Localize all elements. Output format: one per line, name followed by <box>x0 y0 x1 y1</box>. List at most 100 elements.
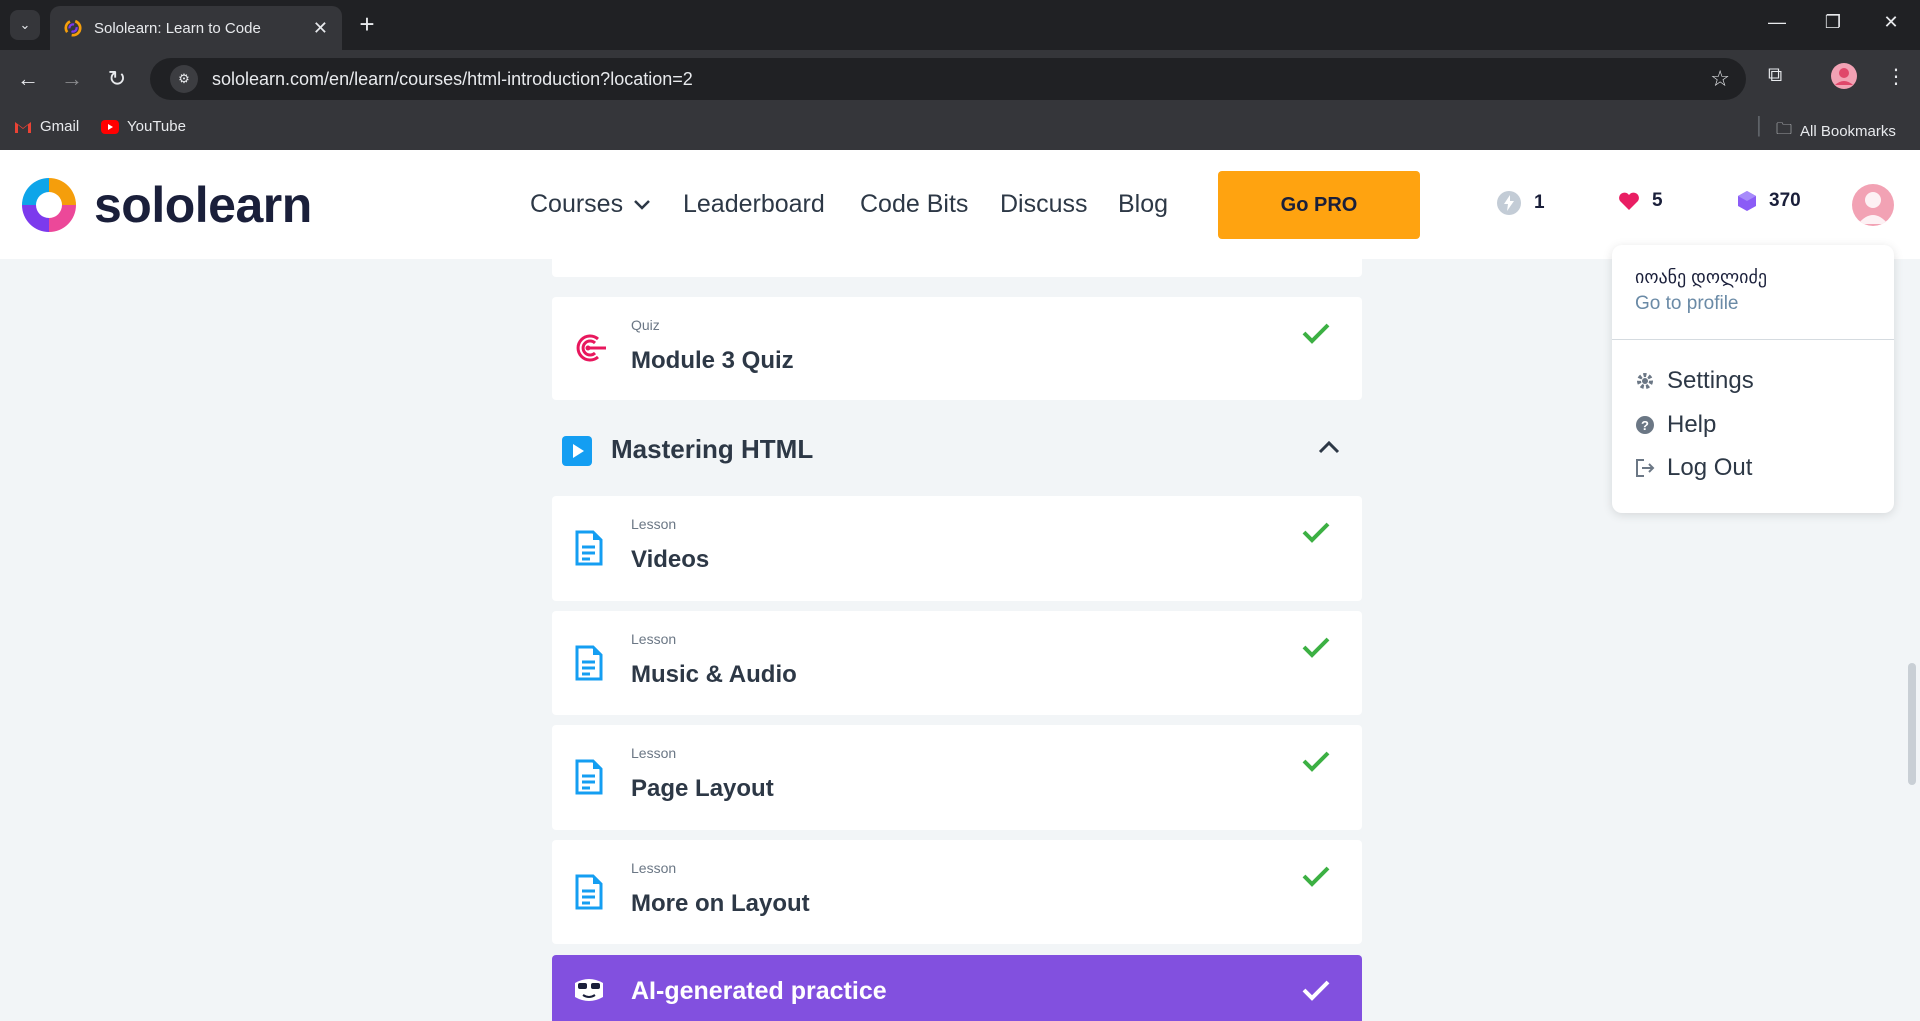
bookmark-star-icon[interactable]: ☆ <box>1710 66 1730 92</box>
bookmarks-bar: Gmail YouTube | 🗀 All Bookmarks <box>0 108 1920 150</box>
logo-text: sololearn <box>94 177 312 233</box>
hearts-value: 5 <box>1652 190 1663 211</box>
logout-icon <box>1635 458 1655 478</box>
card-title: More on Layout <box>631 890 810 917</box>
gmail-icon <box>15 121 31 133</box>
svg-text:?: ? <box>1641 418 1649 433</box>
checkmark-icon <box>1302 866 1330 887</box>
browser-tab[interactable]: Sololearn: Learn to Code ✕ <box>50 6 342 50</box>
profile-icon[interactable] <box>1830 62 1858 96</box>
url-text: sololearn.com/en/learn/courses/html-intr… <box>212 68 693 89</box>
gear-icon <box>1635 371 1655 391</box>
bookmark-label: YouTube <box>127 118 186 135</box>
go-to-profile-link[interactable]: Go to profile <box>1635 293 1739 315</box>
site-info-icon[interactable]: ⚙ <box>170 65 198 93</box>
nav-courses[interactable]: Courses <box>530 190 651 219</box>
lesson-card[interactable]: Lesson More on Layout <box>552 840 1362 944</box>
lesson-card[interactable]: Lesson Videos <box>552 496 1362 601</box>
sololearn-logo-icon <box>22 178 76 232</box>
browser-menu-icon[interactable]: ⋮ <box>1886 64 1906 89</box>
user-avatar[interactable] <box>1852 184 1894 226</box>
profile-dropdown: იოანე დოლიძე Go to profile Settings ? He… <box>1612 245 1894 513</box>
extensions-icon[interactable]: ⧉ <box>1768 64 1782 87</box>
checkmark-icon <box>1302 751 1330 772</box>
lesson-card[interactable]: Lesson Music & Audio <box>552 611 1362 715</box>
nav-leaderboard[interactable]: Leaderboard <box>683 190 825 219</box>
bits-counter[interactable]: 370 <box>1737 190 1801 212</box>
menu-item-label: Help <box>1667 411 1717 438</box>
chevron-down-icon <box>634 199 650 210</box>
user-name: იოანე დოლიძე <box>1635 267 1768 287</box>
ai-practice-title: AI-generated practice <box>631 977 887 1005</box>
ai-mascot-icon <box>575 979 603 1001</box>
card-title: Page Layout <box>631 775 774 802</box>
menu-item-logout[interactable]: Log Out <box>1635 454 1752 482</box>
browser-toolbar: ← → ↻ ⚙ sololearn.com/en/learn/courses/h… <box>0 50 1920 108</box>
nav-courses-label: Courses <box>530 190 624 218</box>
card-type-label: Quiz <box>631 317 660 333</box>
site-header: sololearn Courses Leaderboard Code Bits … <box>0 150 1920 259</box>
restore-icon[interactable]: ❐ <box>1818 12 1848 33</box>
streak-counter[interactable]: 1 <box>1496 190 1545 216</box>
tab-title: Sololearn: Learn to Code <box>94 19 261 37</box>
back-icon[interactable]: ← <box>13 64 43 94</box>
lesson-document-icon <box>575 645 603 681</box>
streak-value: 1 <box>1534 192 1545 213</box>
new-tab-button[interactable]: + <box>352 10 382 40</box>
card-type-label: Lesson <box>631 631 677 647</box>
ai-practice-card[interactable]: AI-generated practice <box>552 955 1362 1021</box>
lesson-document-icon <box>575 874 603 910</box>
menu-item-settings[interactable]: Settings <box>1635 367 1754 395</box>
minimize-icon[interactable]: — <box>1762 12 1792 33</box>
close-window-icon[interactable]: ✕ <box>1876 12 1906 33</box>
sololearn-favicon <box>64 19 82 37</box>
card-type-label: Lesson <box>631 860 677 876</box>
avatar-icon <box>1858 192 1888 224</box>
quiz-target-icon <box>576 334 606 362</box>
lesson-document-icon <box>575 759 603 795</box>
menu-item-label: Log Out <box>1667 454 1753 481</box>
menu-divider <box>1612 339 1894 340</box>
chevron-up-icon[interactable] <box>1318 440 1340 454</box>
card-type-label: Lesson <box>631 745 677 761</box>
bookmark-youtube[interactable]: YouTube <box>101 118 186 135</box>
address-bar[interactable]: ⚙ sololearn.com/en/learn/courses/html-in… <box>150 58 1746 100</box>
bookmarks-divider: | <box>1756 112 1762 137</box>
heart-icon <box>1619 192 1639 210</box>
nav-blog[interactable]: Blog <box>1118 190 1168 219</box>
previous-card <box>552 259 1362 277</box>
lesson-card[interactable]: Lesson Page Layout <box>552 725 1362 830</box>
checkmark-icon <box>1302 522 1330 543</box>
card-type-label: Lesson <box>631 516 677 532</box>
youtube-icon <box>101 119 119 134</box>
forward-icon[interactable]: → <box>57 64 87 94</box>
nav-discuss[interactable]: Discuss <box>1000 190 1088 219</box>
lightning-icon <box>1497 191 1521 215</box>
bits-value: 370 <box>1769 190 1801 211</box>
all-bookmarks-label: All Bookmarks <box>1800 123 1896 140</box>
page-scrollbar[interactable] <box>1908 663 1916 785</box>
menu-item-help[interactable]: ? Help <box>1635 411 1716 439</box>
sololearn-logo[interactable]: sololearn <box>18 174 312 236</box>
browser-tab-bar: ⌄ Sololearn: Learn to Code ✕ + — ❐ ✕ <box>0 0 1920 50</box>
card-title: Music & Audio <box>631 661 797 688</box>
reload-icon[interactable]: ↻ <box>102 64 132 94</box>
section-header-mastering-html[interactable]: Mastering HTML <box>552 424 1362 474</box>
nav-code-bits[interactable]: Code Bits <box>860 190 968 219</box>
bits-cube-icon <box>1738 191 1756 211</box>
tab-close-icon[interactable]: ✕ <box>313 18 328 39</box>
hearts-counter[interactable]: 5 <box>1618 190 1663 212</box>
help-icon: ? <box>1635 415 1655 435</box>
video-play-icon <box>562 436 592 466</box>
lesson-document-icon <box>575 530 603 566</box>
all-bookmarks[interactable]: 🗀 All Bookmarks <box>1776 118 1896 145</box>
quiz-card[interactable]: Quiz Module 3 Quiz <box>552 297 1362 400</box>
card-title: Videos <box>631 546 710 573</box>
tab-search-button[interactable]: ⌄ <box>10 10 40 40</box>
checkmark-icon <box>1302 323 1330 344</box>
folder-icon: 🗀 <box>1776 121 1793 138</box>
checkmark-icon <box>1302 637 1330 658</box>
card-title: Module 3 Quiz <box>631 347 794 374</box>
bookmark-gmail[interactable]: Gmail <box>14 118 79 135</box>
go-pro-button[interactable]: Go PRO <box>1218 171 1420 239</box>
